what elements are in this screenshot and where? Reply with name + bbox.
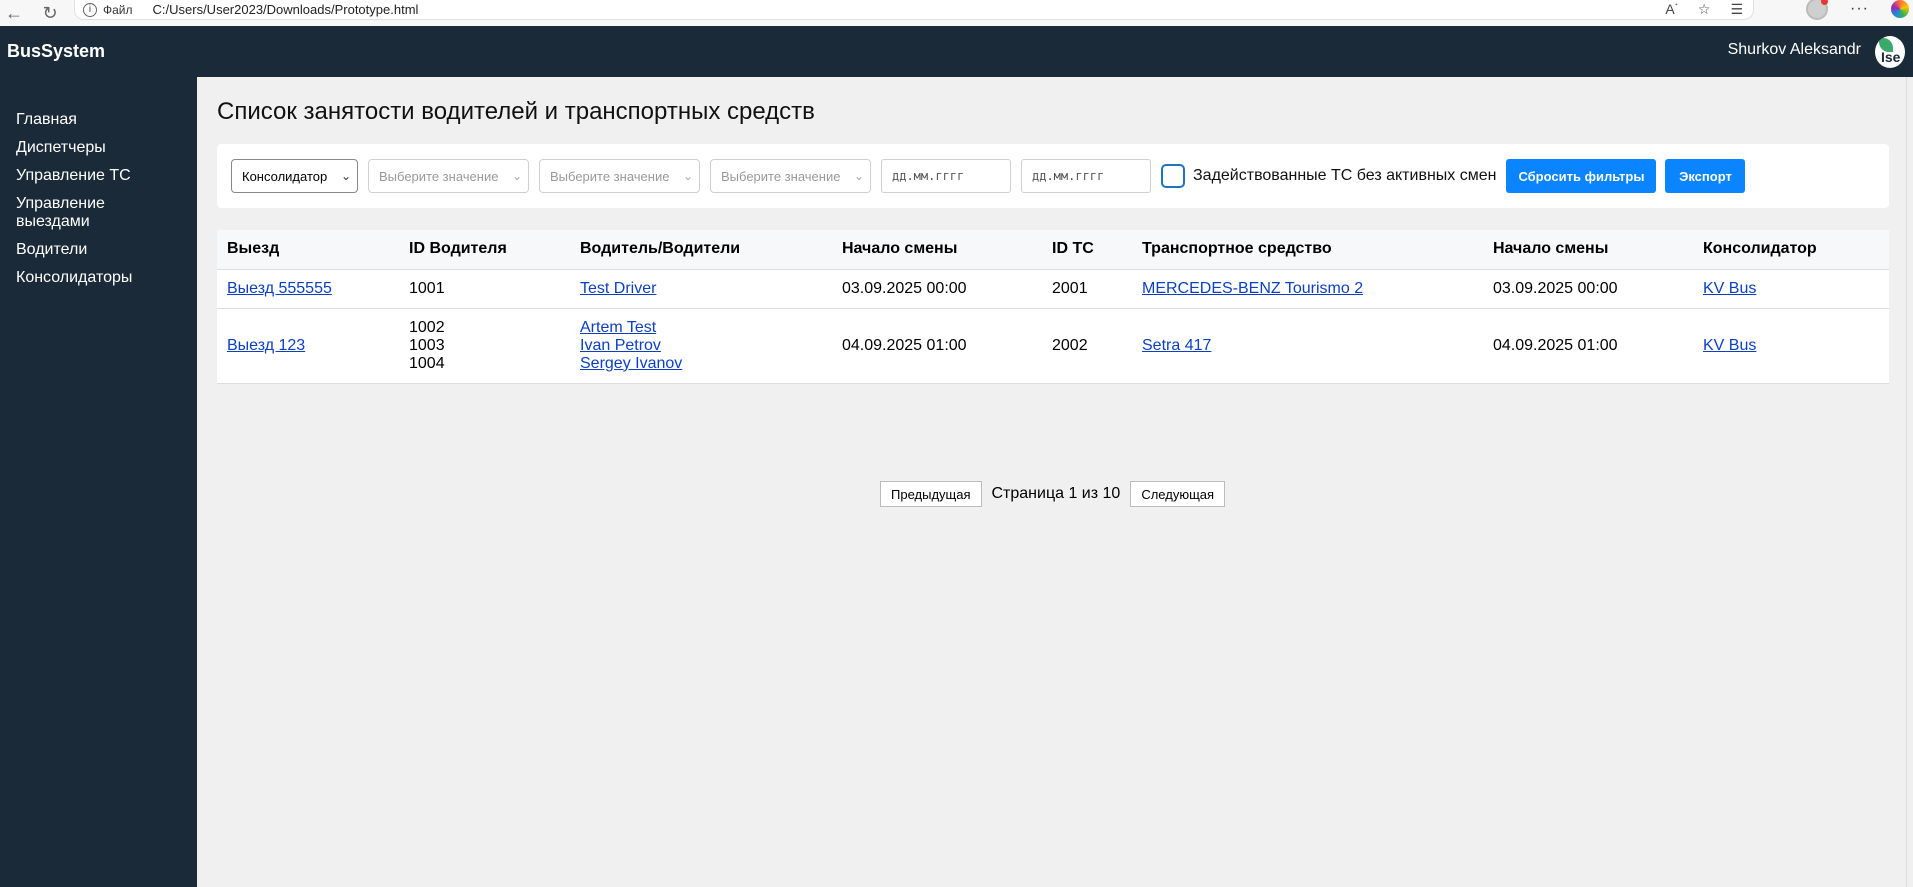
shift-start: 04.09.2025 01:00 <box>832 308 1042 384</box>
filter-select-3-placeholder: Выберите значение <box>721 168 841 184</box>
read-aloud-icon[interactable]: Aᐩ <box>1665 1 1677 17</box>
active-vehicles-checkbox-label[interactable]: Задействованные ТС без активных смен <box>1193 167 1496 185</box>
main-content: Список занятости водителей и транспортны… <box>197 77 1906 887</box>
browser-profile-icon[interactable] <box>1806 0 1829 20</box>
copilot-icon[interactable] <box>1891 0 1909 18</box>
driver-id: 1004 <box>409 354 445 372</box>
filter-select-2-placeholder: Выберите значение <box>550 168 670 184</box>
consolidator-link[interactable]: KV Bus <box>1703 280 1756 297</box>
back-icon[interactable]: ← <box>0 2 28 24</box>
filter-select-1[interactable]: Выберите значение ⌄ <box>368 159 529 193</box>
filter-select-3[interactable]: Выберите значение ⌄ <box>710 159 871 193</box>
trip-link[interactable]: Выезд 555555 <box>227 280 332 297</box>
vehicle-link[interactable]: Setra 417 <box>1142 337 1211 354</box>
vehicle-shift-start: 04.09.2025 01:00 <box>1483 308 1693 384</box>
vehicle-id: 2001 <box>1042 269 1132 309</box>
sidebar-item-dispatchers[interactable]: Диспетчеры <box>0 139 197 157</box>
protocol-label: Файл <box>103 2 133 17</box>
col-header-vehicle-id: ID ТС <box>1042 230 1132 270</box>
export-button[interactable]: Экспорт <box>1665 159 1746 193</box>
driver-link[interactable]: Sergey Ivanov <box>580 355 682 372</box>
driver-id: 1003 <box>409 336 445 354</box>
col-header-vehicle: Транспортное средство <box>1132 230 1483 270</box>
url-text[interactable]: C:/Users/User2023/Downloads/Prototype.ht… <box>153 2 419 17</box>
page-title: Список занятости водителей и транспортны… <box>217 98 815 125</box>
chevron-down-icon: ⌄ <box>853 169 864 183</box>
driver-id: 1001 <box>409 279 445 297</box>
col-header-drivers: Водитель/Водители <box>570 230 832 270</box>
shift-start: 03.09.2025 00:00 <box>832 269 1042 309</box>
filters-panel: Консолидатор ⌄ Выберите значение ⌄ Выбер… <box>217 144 1889 208</box>
next-page-button[interactable]: Следующая <box>1130 481 1226 507</box>
prev-page-button[interactable]: Предыдущая <box>880 481 982 507</box>
filter-select-1-placeholder: Выберите значение <box>379 168 499 184</box>
chevron-down-icon: ⌄ <box>340 169 351 183</box>
pagination: Предыдущая Страница 1 из 10 Следующая <box>880 481 1226 507</box>
date-from-input[interactable]: дд.мм.гггг <box>881 159 1011 193</box>
col-header-consolidator: Консолидатор <box>1693 230 1889 270</box>
sidebar: Главная Диспетчеры Управление ТС Управле… <box>0 77 197 887</box>
driver-link[interactable]: Artem Test <box>580 319 656 336</box>
sidebar-item-home[interactable]: Главная <box>0 111 197 129</box>
sidebar-item-consolidators[interactable]: Консолидаторы <box>0 269 197 287</box>
sidebar-item-vehicles[interactable]: Управление ТС <box>0 167 197 185</box>
app-topbar: BusSystem Shurkov Aleksandr Ise <box>0 26 1913 77</box>
reset-filters-button[interactable]: Сбросить фильтры <box>1506 159 1657 193</box>
vehicle-id: 2002 <box>1042 308 1132 384</box>
user-name[interactable]: Shurkov Aleksandr <box>1728 41 1861 59</box>
favorite-star-icon[interactable]: ☆ <box>1698 1 1711 18</box>
scrollbar[interactable] <box>1906 77 1913 887</box>
driver-id: 1002 <box>409 318 445 336</box>
col-header-shift-start: Начало смены <box>832 230 1042 270</box>
col-header-trip: Выезд <box>217 230 399 270</box>
vehicle-link[interactable]: MERCEDES-BENZ Tourismo 2 <box>1142 280 1363 297</box>
info-icon[interactable]: i <box>83 2 97 17</box>
consolidator-select-value: Консолидатор <box>242 168 328 184</box>
chevron-down-icon: ⌄ <box>682 169 693 183</box>
table-header-row: Выезд ID Водителя Водитель/Водители Нача… <box>217 230 1889 270</box>
page-indicator: Страница 1 из 10 <box>991 485 1121 502</box>
table-row: Выезд 123 1002 1003 1004 Artem Test Ivan… <box>217 308 1889 384</box>
driver-link[interactable]: Test Driver <box>580 280 656 297</box>
sidebar-item-trips[interactable]: Управление выездами <box>0 195 197 231</box>
more-options-icon[interactable]: ··· <box>1850 0 1869 18</box>
address-bar[interactable]: i Файл C:/Users/User2023/Downloads/Proto… <box>74 0 1754 20</box>
favorites-list-icon[interactable]: ☰ <box>1730 1 1743 18</box>
consolidator-select[interactable]: Консолидатор ⌄ <box>231 159 358 193</box>
chevron-down-icon: ⌄ <box>511 169 522 183</box>
filter-select-2[interactable]: Выберите значение ⌄ <box>539 159 700 193</box>
consolidator-link[interactable]: KV Bus <box>1703 337 1756 354</box>
trip-link[interactable]: Выезд 123 <box>227 337 305 354</box>
active-vehicles-checkbox-wrap: Задействованные ТС без активных смен <box>1161 164 1496 188</box>
driver-link[interactable]: Ivan Petrov <box>580 337 661 354</box>
table-row: Выезд 555555 1001 Test Driver 03.09.2025… <box>217 269 1889 309</box>
col-header-driver-id: ID Водителя <box>399 230 570 270</box>
brand-logo[interactable]: BusSystem <box>7 41 105 62</box>
employment-table: Выезд ID Водителя Водитель/Водители Нача… <box>217 230 1889 384</box>
user-avatar[interactable]: Ise <box>1875 36 1905 68</box>
date-to-input[interactable]: дд.мм.гггг <box>1021 159 1151 193</box>
sidebar-item-drivers[interactable]: Водители <box>0 241 197 259</box>
active-vehicles-checkbox[interactable] <box>1161 164 1185 188</box>
avatar-text: Ise <box>1881 49 1901 65</box>
col-header-vehicle-shift-start: Начало смены <box>1483 230 1693 270</box>
browser-toolbar: ← ↻ i Файл C:/Users/User2023/Downloads/P… <box>0 0 1913 26</box>
refresh-icon[interactable]: ↻ <box>36 2 64 24</box>
vehicle-shift-start: 03.09.2025 00:00 <box>1483 269 1693 309</box>
